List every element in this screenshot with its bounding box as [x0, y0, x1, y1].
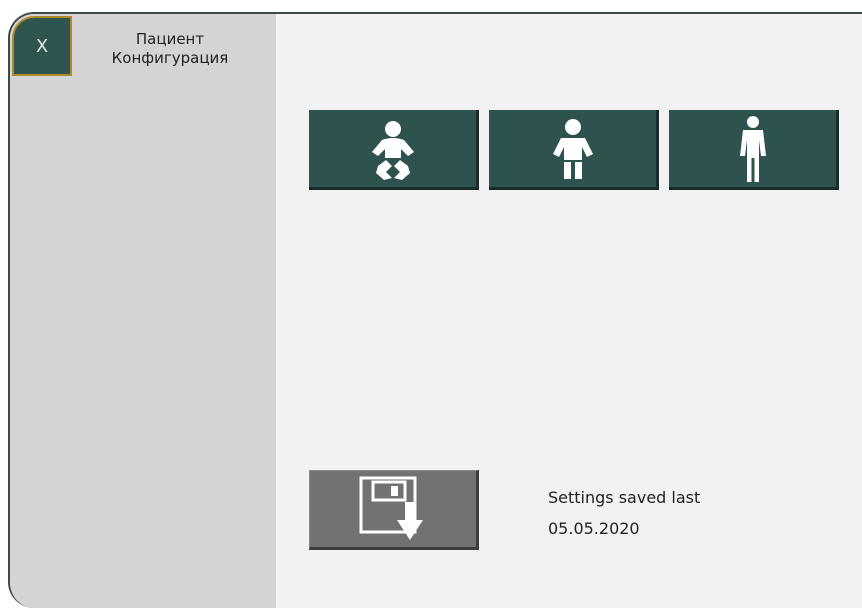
- title-line-configuration: Конфигурация: [111, 49, 229, 67]
- infant-icon: [371, 120, 414, 180]
- child-button[interactable]: [489, 110, 659, 190]
- adult-button[interactable]: [669, 110, 839, 190]
- sidebar: X Пациент Конфигурация: [10, 14, 276, 608]
- close-button[interactable]: X: [12, 16, 72, 76]
- page-title: Пациент Конфигурация: [90, 30, 250, 68]
- adult-icon: [739, 115, 766, 182]
- save-status-label: Settings saved last: [548, 488, 701, 507]
- window-frame: X Пациент Конфигурация Settings saved la…: [8, 12, 862, 608]
- child-icon: [552, 118, 593, 179]
- title-line-patient: Пациент: [135, 30, 205, 48]
- save-floppy-icon: [359, 476, 423, 540]
- infant-button[interactable]: [309, 110, 479, 190]
- main-panel: Settings saved last 05.05.2020: [276, 14, 862, 608]
- save-status-date: 05.05.2020: [548, 519, 640, 538]
- save-status: Settings saved last 05.05.2020: [548, 482, 700, 544]
- save-settings-button[interactable]: [309, 470, 479, 550]
